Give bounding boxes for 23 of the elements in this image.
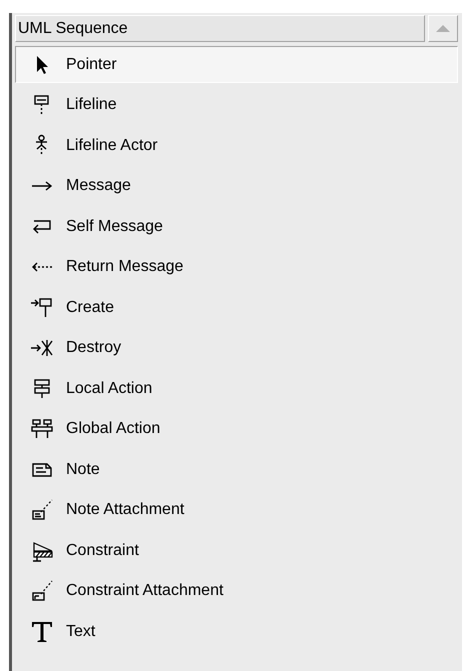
palette-item[interactable]: Constraint	[15, 532, 458, 569]
palette-item[interactable]: Self Message	[15, 208, 458, 245]
up-arrow-icon	[436, 25, 450, 32]
serif-t-icon	[30, 620, 54, 644]
connected-boxes-icon	[30, 417, 54, 441]
palette-item[interactable]: Constraint Attachment	[15, 572, 458, 610]
palette-item[interactable]: Create	[15, 289, 458, 326]
palette-item[interactable]: Global Action	[15, 410, 458, 448]
palette-item[interactable]: Lifeline Actor	[15, 127, 458, 164]
palette-item[interactable]: Return Message	[15, 248, 458, 286]
box-dotted-line-icon	[30, 579, 54, 603]
palette-item[interactable]: Message	[15, 168, 458, 204]
palette-item[interactable]: Pointer	[15, 46, 458, 83]
palette-item[interactable]: Text	[15, 613, 458, 650]
palette-item[interactable]: Lifeline	[15, 86, 458, 124]
palette-item[interactable]: Note Attachment	[15, 492, 458, 528]
arrow-box-icon	[30, 296, 54, 320]
palette-item[interactable]: Note	[15, 451, 458, 488]
palette-item[interactable]: Destroy	[15, 330, 458, 366]
scroll-up-button[interactable]	[428, 15, 458, 42]
palette-header[interactable]: UML Sequence	[15, 15, 425, 42]
note-dotted-line-icon	[30, 498, 54, 522]
palette-item[interactable]: Local Action	[15, 370, 458, 407]
